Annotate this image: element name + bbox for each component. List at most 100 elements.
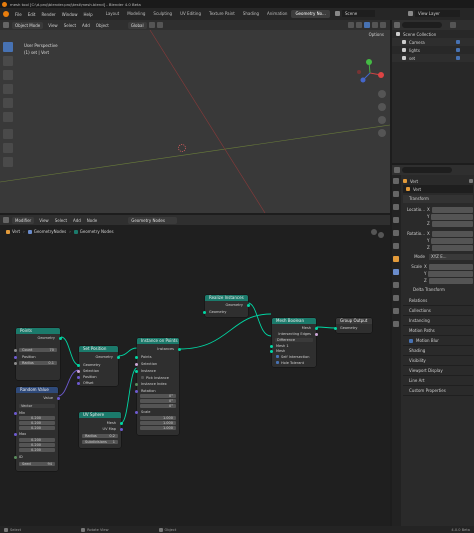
viewport-menu-select[interactable]: Select: [61, 23, 79, 28]
menu-file[interactable]: File: [12, 12, 25, 17]
output-socket[interactable]: [59, 336, 62, 340]
tab-uv-editing[interactable]: UV Editing: [176, 10, 205, 18]
input-socket[interactable]: [270, 349, 273, 353]
view-layer-selector[interactable]: View Layer: [415, 10, 460, 17]
checkbox-icon[interactable]: [456, 40, 460, 44]
delta-transform-section[interactable]: Delta Transform: [403, 286, 473, 294]
motion-paths-section[interactable]: Motion Paths: [403, 326, 473, 336]
outliner-search[interactable]: [402, 22, 442, 28]
overlay-icon[interactable]: [348, 22, 354, 28]
checkbox-icon[interactable]: [456, 56, 460, 60]
viewport-menu-view[interactable]: View: [45, 23, 61, 28]
node-random-value[interactable]: Random Value Value Vector Min 0.200 0.20…: [14, 387, 60, 471]
filter-icon[interactable]: [450, 22, 456, 28]
location-z-field[interactable]: [431, 220, 473, 227]
outliner-row-camera[interactable]: Camera: [392, 38, 474, 46]
tab-texture-paint[interactable]: Texture Paint: [205, 10, 239, 18]
scene-selector[interactable]: Scene: [342, 10, 376, 17]
modifier-tab-icon[interactable]: [393, 269, 399, 275]
input-socket[interactable]: [14, 432, 17, 436]
collections-section[interactable]: Collections: [403, 306, 473, 316]
blender-menu-icon[interactable]: [3, 11, 9, 17]
transform-orientation-dropdown[interactable]: Global: [127, 21, 147, 29]
checkbox-icon[interactable]: [409, 338, 413, 343]
navigation-gizmo[interactable]: [355, 58, 385, 88]
menu-edit[interactable]: Edit: [25, 12, 39, 17]
tab-layout[interactable]: Layout: [102, 10, 124, 18]
tab-modeling[interactable]: Modeling: [123, 10, 149, 18]
input-socket[interactable]: [135, 389, 138, 393]
node-realize-instances[interactable]: Realize Instances Geometry Geometry: [203, 295, 250, 317]
relations-section[interactable]: Relations: [403, 296, 473, 306]
scale-y-field[interactable]: [428, 270, 473, 277]
object-name-field[interactable]: Vert: [403, 185, 473, 193]
input-socket[interactable]: [14, 455, 17, 459]
outliner-editor-icon[interactable]: [394, 22, 400, 28]
tab-geometry-nodes[interactable]: Geometry No...: [291, 10, 330, 18]
constraints-tab-icon[interactable]: [393, 308, 399, 314]
pin-icon[interactable]: [469, 179, 473, 183]
custom-properties-section[interactable]: Custom Properties: [403, 386, 473, 396]
output-socket[interactable]: [120, 421, 123, 425]
location-y-field[interactable]: [431, 213, 473, 220]
input-socket[interactable]: [334, 326, 337, 330]
output-socket[interactable]: [247, 303, 250, 307]
node-set-position[interactable]: Set Position Geometry Geometry Selection…: [77, 346, 120, 386]
editor-type-icon[interactable]: [3, 22, 9, 28]
shading-rendered-icon[interactable]: [380, 22, 386, 28]
viewport-menu-object[interactable]: Object: [93, 23, 112, 28]
output-socket[interactable]: [315, 326, 318, 330]
visibility-section[interactable]: Visibility: [403, 356, 473, 366]
node-group-output[interactable]: Group Output Geometry: [334, 318, 372, 333]
outliner-row-set[interactable]: set: [392, 54, 474, 62]
outliner-row-scene-collection[interactable]: Scene Collection: [392, 30, 474, 38]
rotation-z-field[interactable]: [431, 244, 473, 251]
output-socket[interactable]: [117, 355, 120, 359]
properties-search[interactable]: [402, 167, 452, 173]
shading-solid-icon[interactable]: [364, 22, 370, 28]
shading-material-icon[interactable]: [372, 22, 378, 28]
output-socket[interactable]: [57, 396, 60, 400]
proportional-edit-icon[interactable]: [156, 22, 163, 28]
rotation-y-field[interactable]: [431, 237, 473, 244]
scale-x-field[interactable]: [428, 263, 473, 270]
scale-z-field[interactable]: [428, 277, 473, 284]
outliner-row-lights[interactable]: lights: [392, 46, 474, 54]
instancing-section[interactable]: Instancing: [403, 316, 473, 326]
input-socket[interactable]: [270, 344, 273, 348]
node-instance-on-points[interactable]: Instance on Points Instances Points Sele…: [135, 338, 181, 435]
node-uv-sphere[interactable]: UV Sphere Mesh UV Map Radius 0.2 Subdivi…: [79, 412, 123, 448]
input-socket[interactable]: [77, 381, 80, 385]
zoom-icon[interactable]: [378, 90, 386, 98]
output-socket[interactable]: [178, 347, 181, 351]
perspective-toggle-icon[interactable]: [378, 129, 386, 137]
render-tab-icon[interactable]: [393, 191, 399, 197]
object-tab-icon[interactable]: [393, 256, 399, 262]
particles-tab-icon[interactable]: [393, 282, 399, 288]
node-points[interactable]: Points Geometry Count 70 Position Radius…: [14, 328, 62, 380]
camera-view-icon[interactable]: [378, 116, 386, 124]
viewport-3d[interactable]: Object Mode View Select Add Object Globa…: [0, 20, 390, 213]
rotation-mode-dropdown[interactable]: XYZ E...: [429, 253, 473, 260]
xray-icon[interactable]: [356, 22, 362, 28]
rotation-x-field[interactable]: [431, 230, 473, 237]
input-socket[interactable]: [135, 369, 138, 373]
output-socket[interactable]: [315, 332, 318, 336]
menu-window[interactable]: Window: [59, 12, 81, 17]
output-tab-icon[interactable]: [393, 204, 399, 210]
mode-dropdown[interactable]: Object Mode: [12, 21, 44, 29]
node-mesh-boolean[interactable]: Mesh Boolean Mesh Intersecting Edges Dif…: [270, 318, 318, 367]
node-editor[interactable]: Modifier View Select Add Node Geometry N…: [0, 215, 390, 526]
line-art-section[interactable]: Line Art: [403, 376, 473, 386]
input-socket[interactable]: [77, 369, 80, 373]
input-socket[interactable]: [14, 411, 17, 415]
view-layer-tab-icon[interactable]: [393, 217, 399, 223]
input-socket[interactable]: [135, 355, 138, 359]
transform-section-header[interactable]: Transform: [403, 195, 473, 203]
input-socket[interactable]: [77, 363, 80, 367]
tab-animation[interactable]: Animation: [263, 10, 291, 18]
tab-shading[interactable]: Shading: [239, 10, 263, 18]
input-socket[interactable]: [135, 362, 138, 366]
checkbox-icon[interactable]: [276, 361, 279, 364]
viewport-display-section[interactable]: Viewport Display: [403, 366, 473, 376]
